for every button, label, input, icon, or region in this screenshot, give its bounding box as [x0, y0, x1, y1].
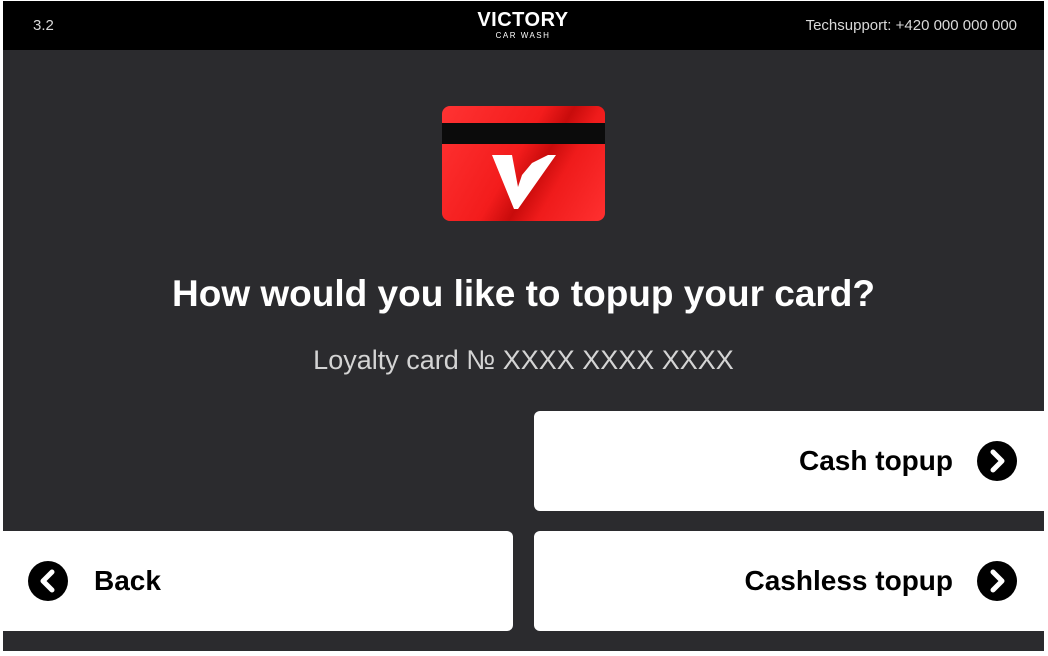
loyalty-card-number: Loyalty card № XXXX XXXX XXXX: [313, 345, 734, 375]
cash-topup-label: Cash topup: [799, 445, 953, 476]
card-v-logo-icon: [492, 155, 556, 209]
brand-subtitle: CAR WASH: [495, 31, 551, 40]
loyalty-card-icon: [442, 106, 605, 221]
top-bar: 3.2 VICTORY CAR WASH Techsupport: +420 0…: [3, 1, 1044, 50]
cash-topup-button[interactable]: Cash topup: [534, 411, 1044, 511]
page-title: How would you like to topup your card?: [172, 273, 875, 314]
kiosk-screen: 3.2 VICTORY CAR WASH Techsupport: +420 0…: [3, 1, 1044, 651]
cashless-topup-button[interactable]: Cashless topup: [534, 531, 1044, 631]
back-button[interactable]: Back: [3, 531, 513, 631]
cashless-topup-label: Cashless topup: [744, 565, 953, 596]
techsupport-phone: Techsupport: +420 000 000 000: [805, 17, 1017, 34]
version-label: 3.2: [33, 17, 54, 34]
brand-name: VICTORY: [477, 9, 569, 31]
card-magnetic-stripe: [442, 123, 605, 144]
chevron-right-icon: [977, 561, 1017, 601]
chevron-left-icon: [28, 561, 68, 601]
chevron-right-icon: [977, 441, 1017, 481]
back-label: Back: [94, 565, 161, 596]
victory-logo: VICTORY CAR WASH: [471, 10, 575, 41]
